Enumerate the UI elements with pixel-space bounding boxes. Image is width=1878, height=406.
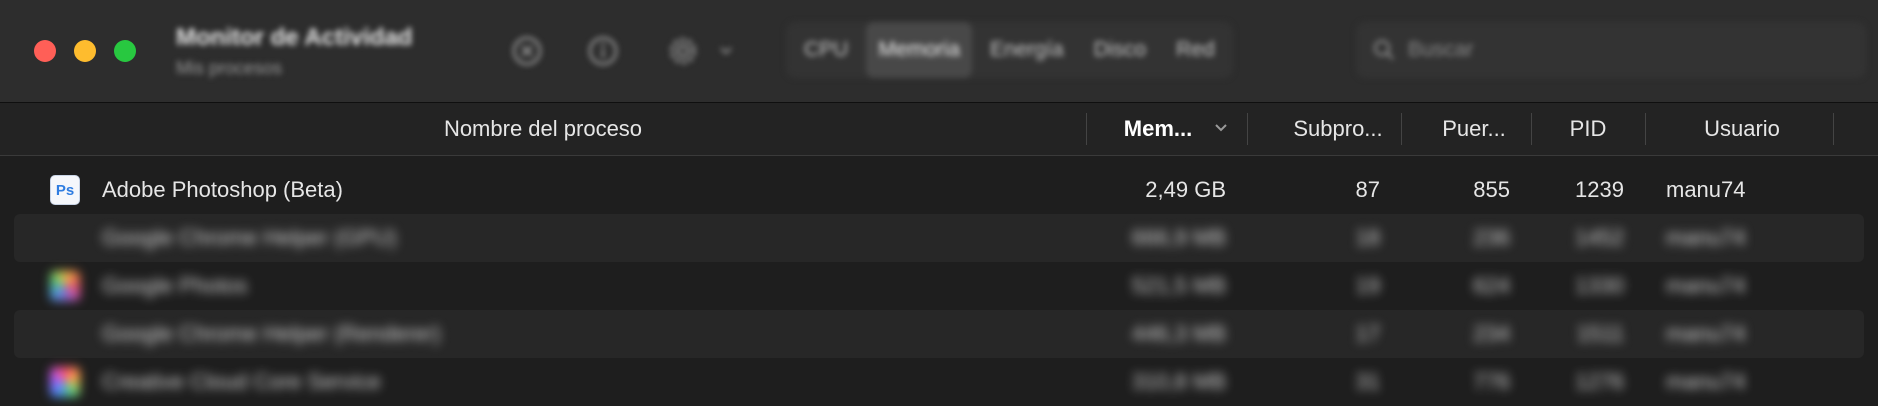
threads-value: 87 xyxy=(1355,177,1380,202)
tab-network[interactable]: Red xyxy=(1164,22,1227,78)
pid-value: 1452 xyxy=(1575,225,1624,250)
column-pid[interactable]: PID xyxy=(1532,103,1644,155)
pid-value: 1239 xyxy=(1575,177,1624,202)
ports-value: 236 xyxy=(1473,225,1510,250)
column-divider[interactable] xyxy=(1086,113,1087,145)
column-divider[interactable] xyxy=(1247,113,1248,145)
close-process-icon xyxy=(512,36,542,66)
tab-memory[interactable]: Memoria xyxy=(866,22,973,78)
search-icon xyxy=(1374,40,1394,60)
stop-process-button[interactable] xyxy=(510,34,544,68)
memory-value: 666,9 MB xyxy=(1131,225,1226,250)
memory-value: 521,5 MB xyxy=(1131,273,1226,298)
photos-app-icon xyxy=(50,271,80,301)
search-field[interactable] xyxy=(1356,22,1866,78)
column-ports[interactable]: Puer... xyxy=(1418,103,1530,155)
pid-value: 1511 xyxy=(1576,321,1624,346)
table-row[interactable]: Google Chrome Helper (GPU) 666,9 MB 18 2… xyxy=(14,214,1864,262)
user-value: manu74 xyxy=(1666,177,1746,202)
gear-icon xyxy=(670,38,696,64)
maximize-window-button[interactable] xyxy=(114,40,136,62)
process-name: Google Photos xyxy=(102,273,248,298)
ports-value: 234 xyxy=(1473,321,1510,346)
process-name: Creative Cloud Core Service xyxy=(102,369,381,394)
threads-value: 17 xyxy=(1355,321,1380,346)
threads-value: 19 xyxy=(1355,273,1380,298)
table-header: Nombre del proceso Mem... Subpro... Puer… xyxy=(0,103,1878,156)
column-threads[interactable]: Subpro... xyxy=(1270,103,1406,155)
process-name: Adobe Photoshop (Beta) xyxy=(102,177,343,202)
memory-value: 2,49 GB xyxy=(1145,177,1226,202)
threads-value: 31 xyxy=(1355,369,1380,394)
memory-value: 446,3 MB xyxy=(1131,321,1226,346)
creative-cloud-icon xyxy=(50,367,80,397)
ports-value: 855 xyxy=(1473,177,1510,202)
toolbar: Monitor de Actividad Mis procesos CPU Me… xyxy=(0,0,1878,103)
table-row[interactable]: Creative Cloud Core Service 310,8 MB 31 … xyxy=(0,358,1878,406)
user-value: manu74 xyxy=(1666,273,1746,298)
ports-value: 776 xyxy=(1473,369,1510,394)
table-row[interactable]: Ps Adobe Photoshop (Beta) 2,49 GB 87 855… xyxy=(0,166,1878,214)
user-value: manu74 xyxy=(1666,369,1746,394)
ports-value: 624 xyxy=(1473,273,1510,298)
tab-energy[interactable]: Energía xyxy=(978,22,1076,78)
user-value: manu74 xyxy=(1666,321,1746,346)
column-divider[interactable] xyxy=(1833,113,1834,145)
threads-value: 18 xyxy=(1355,225,1380,250)
process-name: Google Chrome Helper (Renderer) xyxy=(102,321,441,346)
tab-bar: CPU Memoria Energía Disco Red xyxy=(786,22,1233,78)
info-icon xyxy=(588,36,618,66)
tab-cpu[interactable]: CPU xyxy=(792,22,860,78)
column-divider[interactable] xyxy=(1401,113,1402,145)
tab-disk[interactable]: Disco xyxy=(1082,22,1159,78)
search-input[interactable] xyxy=(1406,37,1830,63)
user-value: manu74 xyxy=(1666,225,1746,250)
window-subtitle: Mis procesos xyxy=(176,58,283,78)
pid-value: 1330 xyxy=(1575,273,1624,298)
window-title: Monitor de Actividad xyxy=(176,24,413,51)
table-row[interactable]: Google Photos 521,5 MB 19 624 1330 manu7… xyxy=(0,262,1878,310)
column-process-name[interactable]: Nombre del proceso xyxy=(0,103,1086,155)
table-row[interactable]: Google Chrome Helper (Renderer) 446,3 MB… xyxy=(14,310,1864,358)
photoshop-icon: Ps xyxy=(50,175,80,205)
column-user[interactable]: Usuario xyxy=(1646,103,1838,155)
process-name: Google Chrome Helper (GPU) xyxy=(102,225,397,250)
sort-descending-icon[interactable] xyxy=(1212,118,1230,136)
column-memory[interactable]: Mem... xyxy=(1110,103,1206,155)
chevron-down-icon[interactable] xyxy=(718,42,734,58)
memory-value: 310,8 MB xyxy=(1131,369,1226,394)
actions-menu-button[interactable] xyxy=(666,34,700,68)
close-window-button[interactable] xyxy=(34,40,56,62)
activity-monitor-window: Monitor de Actividad Mis procesos CPU Me… xyxy=(0,0,1878,400)
pid-value: 1276 xyxy=(1575,369,1624,394)
inspect-process-button[interactable] xyxy=(586,34,620,68)
minimize-window-button[interactable] xyxy=(74,40,96,62)
